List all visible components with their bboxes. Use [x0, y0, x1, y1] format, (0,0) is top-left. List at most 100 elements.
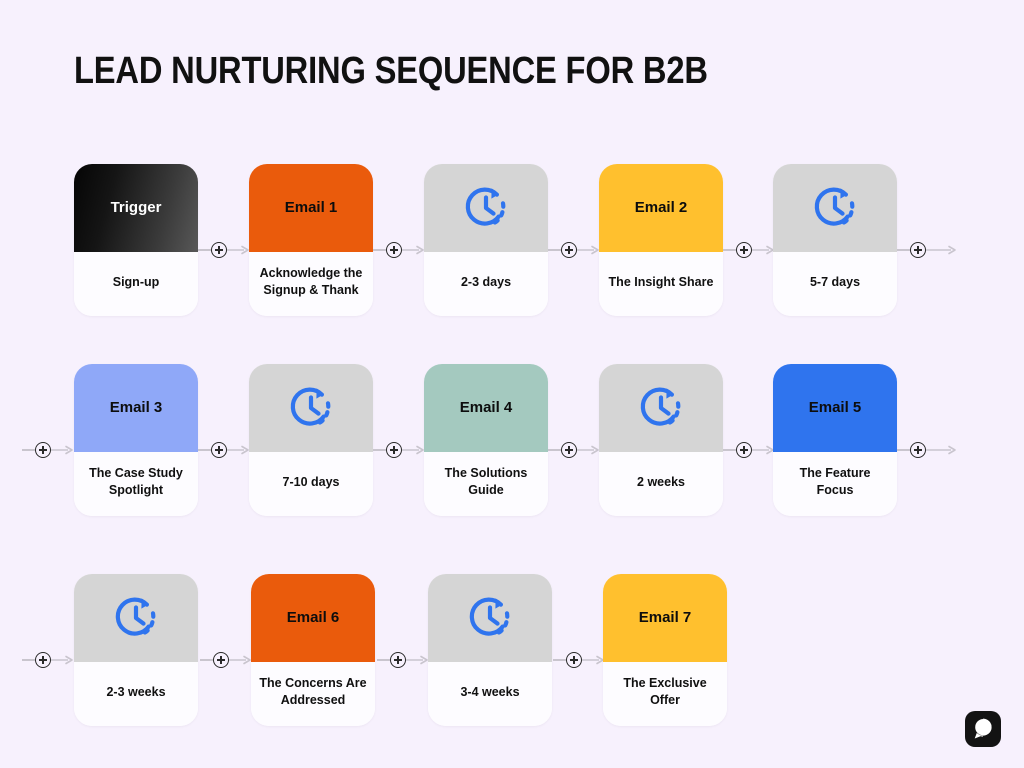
connector-10[interactable] — [377, 650, 429, 670]
arrow-icon — [752, 445, 775, 455]
arrow-icon — [752, 245, 775, 255]
add-step-icon[interactable] — [736, 242, 752, 258]
clock-dashed-icon — [464, 592, 516, 644]
flow-node-delay-6[interactable]: 3-4 weeks — [428, 574, 552, 726]
connector-6[interactable] — [373, 440, 425, 460]
node-header — [74, 574, 198, 662]
flow-node-delay-2[interactable]: 5-7 days — [773, 164, 897, 316]
flow-node-email-7[interactable]: Email 7 The Exclusive Offer — [603, 574, 727, 726]
node-body: Sign-up — [74, 252, 198, 316]
connector-line — [377, 659, 390, 661]
node-body-label: 5-7 days — [809, 274, 861, 289]
flow-node-email-2[interactable]: Email 2 The Insight Share — [599, 164, 723, 316]
add-step-icon[interactable] — [211, 242, 227, 258]
add-step-icon[interactable] — [386, 442, 402, 458]
node-body: 7-10 days — [249, 452, 373, 516]
flow-node-delay-3[interactable]: 7-10 days — [249, 364, 373, 516]
page-title: LEAD NURTURING SEQUENCE FOR B2B — [74, 50, 708, 92]
connector-3[interactable] — [548, 240, 600, 260]
node-header-label: Email 3 — [109, 399, 163, 417]
add-step-icon[interactable] — [386, 242, 402, 258]
flow-node-delay-4[interactable]: 2 weeks — [599, 364, 723, 516]
arrow-icon — [51, 655, 74, 665]
connector-11[interactable] — [553, 650, 605, 670]
node-body-label: Acknowledge the Signup & Thank — [259, 266, 363, 297]
add-step-icon[interactable] — [910, 242, 926, 258]
flow-node-email-3[interactable]: Email 3 The Case Study Spotlight — [74, 364, 198, 516]
connector-line — [373, 249, 386, 251]
connector-7[interactable] — [548, 440, 600, 460]
add-step-icon[interactable] — [35, 652, 51, 668]
add-step-icon[interactable] — [561, 242, 577, 258]
add-step-icon[interactable] — [390, 652, 406, 668]
connector-line — [198, 449, 211, 451]
flow-diagram-canvas: Trigger Sign-up Email 1 Acknowledge the … — [0, 140, 1024, 760]
node-body-label: The Exclusive Offer — [623, 676, 707, 707]
flow-node-email-1[interactable]: Email 1 Acknowledge the Signup & Thank — [249, 164, 373, 316]
clock-dashed-icon — [110, 592, 162, 644]
node-header-label: Email 2 — [634, 199, 688, 217]
connector-1[interactable] — [198, 240, 250, 260]
node-body-label: The Solutions Guide — [444, 466, 528, 497]
flow-node-email-4[interactable]: Email 4 The Solutions Guide — [424, 364, 548, 516]
flow-node-email-6[interactable]: Email 6 The Concerns Are Addressed — [251, 574, 375, 726]
connector-row3-entry[interactable] — [22, 650, 74, 670]
node-body: 2 weeks — [599, 452, 723, 516]
node-body: 5-7 days — [773, 252, 897, 316]
node-header: Email 4 — [424, 364, 548, 452]
add-step-icon[interactable] — [736, 442, 752, 458]
flow-node-email-5[interactable]: Email 5 The Feature Focus — [773, 364, 897, 516]
add-step-icon[interactable] — [35, 442, 51, 458]
node-body-label: The Concerns Are Addressed — [259, 676, 367, 707]
node-body: The Feature Focus — [773, 452, 897, 516]
connector-5[interactable] — [198, 440, 250, 460]
node-body-label: The Insight Share — [608, 274, 714, 289]
node-header-label: Email 7 — [638, 609, 692, 627]
node-header: Trigger — [74, 164, 198, 252]
connector-row2-exit[interactable] — [897, 440, 957, 460]
node-header-label: Email 5 — [808, 399, 862, 417]
node-body: The Insight Share — [599, 252, 723, 316]
node-body-label: 2-3 weeks — [106, 684, 166, 699]
connector-line — [553, 659, 566, 661]
connector-line — [22, 449, 35, 451]
add-step-icon[interactable] — [213, 652, 229, 668]
node-header-label: Email 1 — [284, 199, 338, 217]
connector-line — [198, 249, 211, 251]
flow-node-delay-1[interactable]: 2-3 days — [424, 164, 548, 316]
connector-row2-entry[interactable] — [22, 440, 74, 460]
arrow-icon — [406, 655, 429, 665]
node-header — [249, 364, 373, 452]
flow-node-trigger[interactable]: Trigger Sign-up — [74, 164, 198, 316]
node-body: 2-3 days — [424, 252, 548, 316]
connector-line — [723, 249, 736, 251]
node-body-label: 2-3 days — [460, 274, 512, 289]
clock-dashed-icon — [285, 382, 337, 434]
connector-8[interactable] — [723, 440, 775, 460]
add-step-icon[interactable] — [211, 442, 227, 458]
clock-dashed-icon — [460, 182, 512, 234]
flow-row-2: Email 3 The Case Study Spotlight 7-10 da… — [0, 340, 1024, 540]
connector-2[interactable] — [373, 240, 425, 260]
node-header-label: Email 6 — [286, 609, 340, 627]
connector-line — [22, 659, 35, 661]
node-header: Email 6 — [251, 574, 375, 662]
add-step-icon[interactable] — [561, 442, 577, 458]
node-header-label: Email 4 — [459, 399, 513, 417]
connector-line — [548, 449, 561, 451]
add-step-icon[interactable] — [910, 442, 926, 458]
node-header — [424, 164, 548, 252]
node-body-label: The Case Study Spotlight — [89, 466, 183, 497]
add-step-icon[interactable] — [566, 652, 582, 668]
node-header: Email 1 — [249, 164, 373, 252]
connector-4[interactable] — [723, 240, 775, 260]
flow-node-delay-5[interactable]: 2-3 weeks — [74, 574, 198, 726]
arrow-icon — [227, 245, 250, 255]
node-header-label: Trigger — [110, 199, 162, 217]
connector-9[interactable] — [200, 650, 252, 670]
connector-row1-exit[interactable] — [897, 240, 957, 260]
connector-line — [723, 449, 736, 451]
node-body: 3-4 weeks — [428, 662, 552, 726]
brand-logo[interactable] — [964, 710, 1002, 748]
flow-row-1: Trigger Sign-up Email 1 Acknowledge the … — [0, 140, 1024, 340]
